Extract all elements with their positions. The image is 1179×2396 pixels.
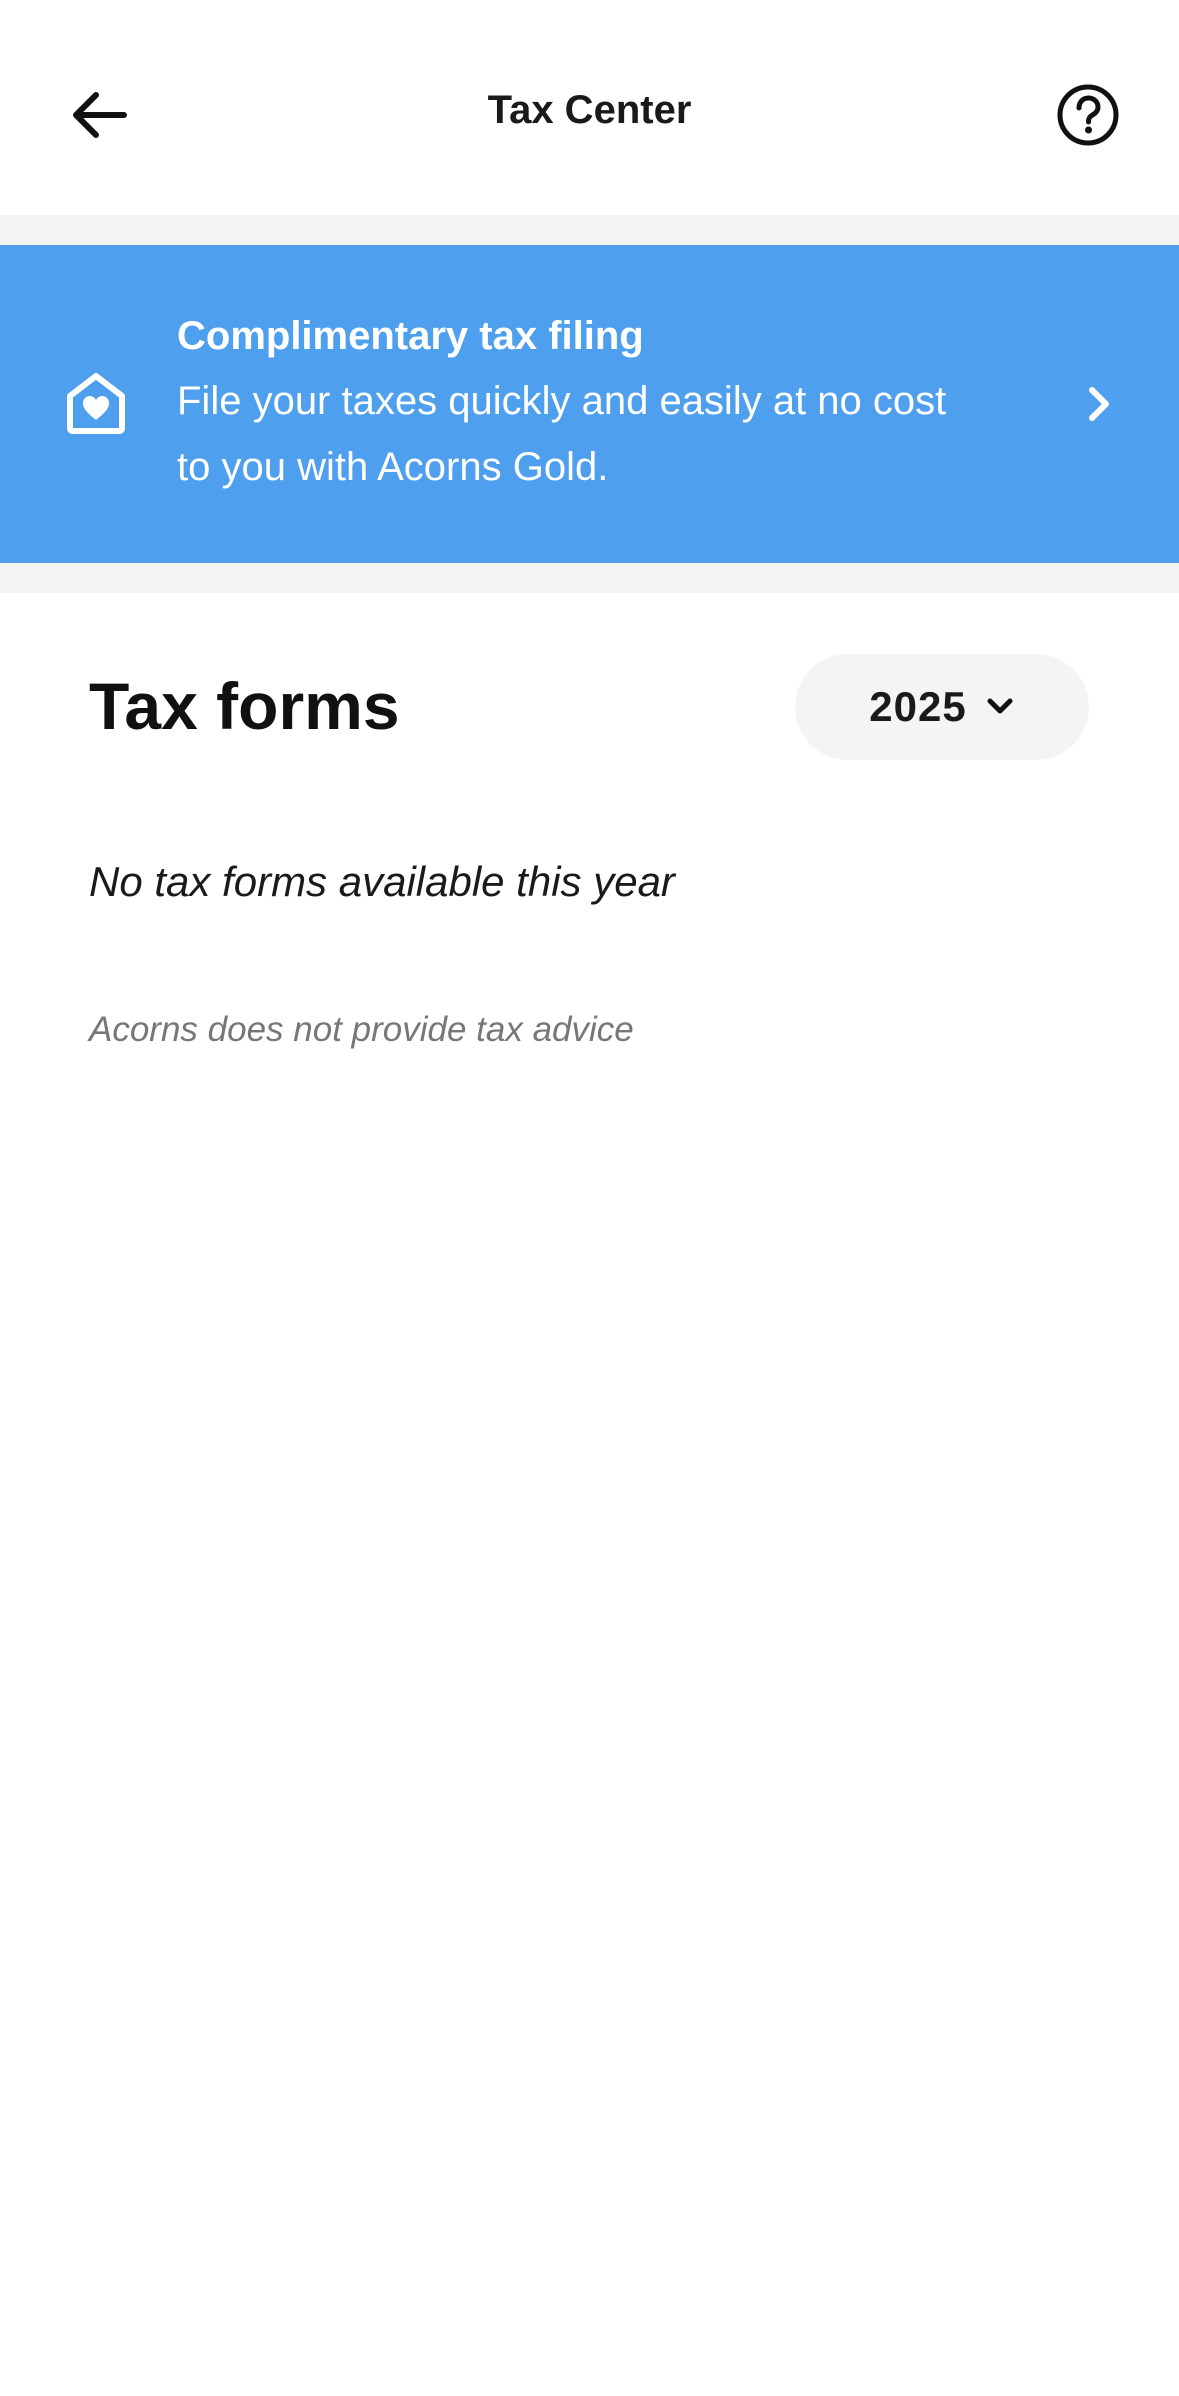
selected-year: 2025 <box>869 683 967 730</box>
banner-title: Complimentary tax filing <box>177 314 644 358</box>
tax-disclaimer: Acorns does not provide tax advice <box>89 1010 634 1049</box>
tax-forms-heading: Tax forms <box>89 669 400 743</box>
chevron-right-icon <box>1089 387 1109 421</box>
banner-text: Complimentary tax filing File your taxes… <box>177 308 1037 500</box>
empty-state-message: No tax forms available this year <box>89 858 675 905</box>
help-button[interactable] <box>1055 82 1121 148</box>
banner-body-line: to you with Acorns Gold. <box>177 445 609 489</box>
top-bar: Tax Center <box>0 0 1179 230</box>
banner-body-line: File your taxes quickly and easily at no… <box>177 379 947 423</box>
banner-body: File your taxes quickly and easily at no… <box>177 368 1037 500</box>
question-circle-icon <box>1057 84 1119 146</box>
section-divider <box>0 563 1179 593</box>
section-divider <box>0 215 1179 245</box>
house-heart-icon <box>67 373 125 434</box>
chevron-down-icon <box>987 698 1013 714</box>
year-selector[interactable]: 2025 <box>795 654 1089 760</box>
page-title: Tax Center <box>487 88 692 132</box>
